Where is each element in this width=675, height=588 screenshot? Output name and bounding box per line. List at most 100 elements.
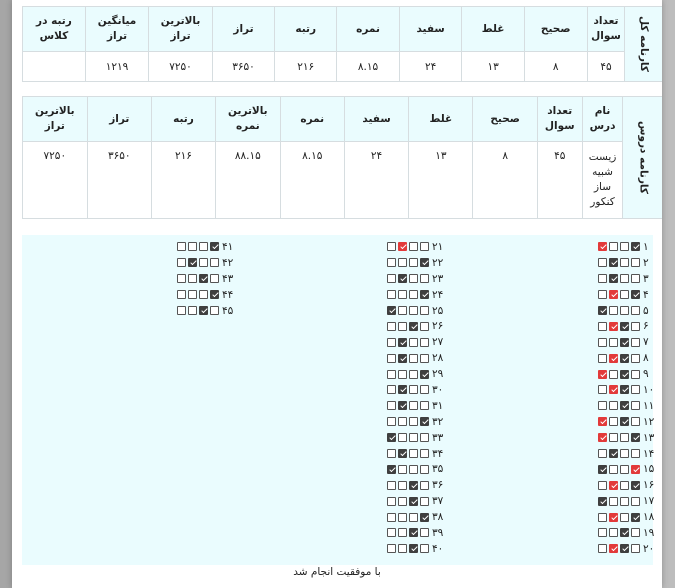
option-checkbox bbox=[210, 306, 219, 315]
option-checkbox bbox=[398, 449, 407, 459]
option-checkbox bbox=[420, 544, 429, 554]
option-checkbox bbox=[620, 417, 629, 427]
overall-header: غلط bbox=[461, 6, 525, 52]
option-checkbox bbox=[409, 433, 418, 443]
option-checkbox bbox=[420, 512, 429, 522]
option-checkbox bbox=[620, 544, 629, 554]
question-row: ۱۸ bbox=[598, 509, 659, 525]
option-checkbox bbox=[631, 242, 640, 252]
option-checkbox bbox=[420, 242, 429, 252]
option-checkbox bbox=[620, 290, 629, 300]
question-number: ۱۷ bbox=[643, 495, 655, 508]
lessons-header: تراز bbox=[86, 96, 152, 142]
option-checkbox bbox=[199, 290, 208, 300]
option-checkbox bbox=[631, 544, 640, 554]
option-checkbox bbox=[609, 401, 618, 411]
option-checkbox bbox=[409, 306, 418, 315]
option-checkbox bbox=[199, 258, 208, 268]
option-checkbox bbox=[420, 385, 429, 395]
overall-cell: ۷۲۵۰ bbox=[148, 51, 213, 82]
option-checkbox bbox=[598, 464, 607, 474]
option-checkbox bbox=[420, 433, 429, 443]
question-number: ۳۵ bbox=[432, 463, 444, 476]
lessons-report-table: کارنامه دروس نام درس تعداد سوال صحیح غلط… bbox=[22, 96, 662, 219]
option-checkbox bbox=[631, 353, 640, 363]
question-row: ۴۰ bbox=[387, 541, 448, 557]
option-checkbox bbox=[620, 337, 629, 347]
option-checkbox bbox=[420, 306, 429, 315]
option-checkbox bbox=[387, 306, 396, 315]
option-checkbox bbox=[609, 306, 618, 315]
question-row: ۴ bbox=[598, 287, 659, 303]
question-number: ۳۰ bbox=[432, 383, 444, 396]
lessons-header: بالاترین تراز bbox=[22, 96, 88, 142]
overall-cell: ۳۶۵۰ bbox=[211, 51, 276, 82]
option-checkbox bbox=[631, 258, 640, 268]
answer-column: ۴۱ ۴۲ ۴۳ ۴۴ ۴۵ bbox=[177, 239, 238, 318]
option-checkbox bbox=[420, 321, 429, 331]
question-number: ۴۲ bbox=[222, 256, 234, 269]
question-row: ۲۲ bbox=[387, 255, 448, 271]
question-row: ۲۷ bbox=[387, 334, 448, 350]
overall-cell: ۲۱۶ bbox=[274, 51, 338, 82]
question-row: ۳۲ bbox=[387, 414, 448, 430]
question-number: ۲۴ bbox=[432, 288, 444, 301]
option-checkbox bbox=[387, 369, 396, 379]
question-number: ۵ bbox=[643, 304, 649, 317]
option-checkbox bbox=[177, 290, 186, 300]
option-checkbox bbox=[177, 306, 186, 315]
question-number: ۱ bbox=[643, 240, 649, 253]
status-message: با موفقیت انجام شد bbox=[293, 566, 381, 578]
lessons-cell: ۸.۱۵ bbox=[279, 141, 345, 219]
lessons-cell: ۴۵ bbox=[536, 141, 583, 219]
option-checkbox bbox=[620, 401, 629, 411]
option-checkbox bbox=[398, 369, 407, 379]
option-checkbox bbox=[420, 464, 429, 474]
overall-cell: ۸ bbox=[523, 51, 588, 82]
question-row: ۱۱ bbox=[598, 398, 659, 414]
question-number: ۱۹ bbox=[643, 526, 655, 539]
option-checkbox bbox=[398, 401, 407, 411]
question-number: ۲۸ bbox=[432, 352, 444, 365]
option-checkbox bbox=[177, 258, 186, 268]
option-checkbox bbox=[210, 274, 219, 284]
option-checkbox bbox=[609, 337, 618, 347]
lessons-header: تعداد سوال bbox=[536, 96, 583, 142]
overall-header: بالاترین تراز bbox=[148, 6, 213, 52]
option-checkbox bbox=[409, 401, 418, 411]
option-checkbox bbox=[631, 401, 640, 411]
question-row: ۳۷ bbox=[387, 493, 448, 509]
question-row: ۲۱ bbox=[387, 239, 448, 255]
option-checkbox bbox=[598, 480, 607, 490]
option-checkbox bbox=[620, 464, 629, 474]
question-number: ۴۳ bbox=[222, 272, 234, 285]
question-row: ۲۸ bbox=[387, 350, 448, 366]
option-checkbox bbox=[609, 274, 618, 284]
overall-cell: ۸.۱۵ bbox=[336, 51, 400, 82]
option-checkbox bbox=[598, 306, 607, 315]
option-checkbox bbox=[620, 369, 629, 379]
option-checkbox bbox=[631, 274, 640, 284]
question-row: ۳۱ bbox=[387, 398, 448, 414]
option-checkbox bbox=[620, 274, 629, 284]
option-checkbox bbox=[609, 528, 618, 538]
question-row: ۴۳ bbox=[177, 271, 238, 287]
lessons-header: صحیح bbox=[472, 96, 538, 142]
overall-header: سفید bbox=[398, 6, 463, 52]
option-checkbox bbox=[409, 353, 418, 363]
option-checkbox bbox=[387, 433, 396, 443]
option-checkbox bbox=[387, 496, 396, 506]
option-checkbox bbox=[598, 369, 607, 379]
overall-header: تعداد سوال bbox=[586, 6, 626, 52]
option-checkbox bbox=[409, 290, 418, 300]
question-number: ۱۸ bbox=[643, 511, 655, 524]
question-row: ۳۶ bbox=[387, 477, 448, 493]
question-number: ۴۵ bbox=[222, 304, 234, 317]
option-checkbox bbox=[598, 449, 607, 459]
question-row: ۲۴ bbox=[387, 287, 448, 303]
question-row: ۲۹ bbox=[387, 366, 448, 382]
report-card-modal: کارنامه کل تعداد سوال صحیح غلط سفید نمره… bbox=[12, 0, 662, 588]
option-checkbox bbox=[420, 353, 429, 363]
option-checkbox bbox=[409, 449, 418, 459]
question-number: ۴۱ bbox=[222, 240, 234, 253]
